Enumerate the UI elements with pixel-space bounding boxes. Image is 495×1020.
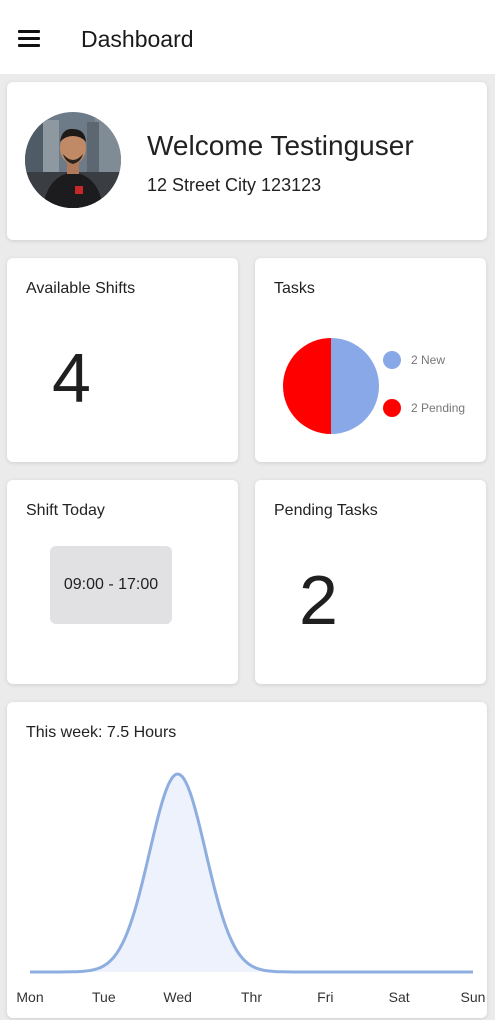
tasks-label: Tasks: [274, 280, 315, 297]
pending-tasks-count: 2: [299, 561, 338, 639]
welcome-title: Welcome Testinguser: [147, 130, 414, 161]
user-address: 12 Street City 123123: [147, 175, 322, 195]
weekly-hours-area: [30, 774, 473, 972]
pie-slice-new: [331, 338, 379, 434]
tasks-pie-chart: [283, 338, 379, 434]
pie-slice-pending: [283, 338, 331, 434]
weekly-hours-chart: Mon Tue Wed Thr Fri Sat Sun: [16, 772, 486, 1005]
shift-today-label: Shift Today: [26, 502, 105, 519]
legend-label-pending: 2 Pending: [411, 401, 466, 415]
avatar[interactable]: [25, 112, 121, 208]
pending-tasks-label: Pending Tasks: [274, 502, 378, 519]
legend-item-pending: 2 Pending: [383, 399, 465, 417]
hamburger-menu-icon[interactable]: [18, 30, 42, 48]
x-tick-label: Tue: [92, 989, 116, 1005]
x-tick-label: Wed: [163, 989, 192, 1005]
pending-tasks-card[interactable]: Pending Tasks 2: [255, 480, 486, 684]
shift-time-badge: 09:00 - 17:00: [50, 546, 172, 624]
tasks-card[interactable]: Tasks 2 New 2 Pending: [255, 258, 486, 462]
x-tick-label: Sun: [461, 989, 486, 1005]
available-shifts-count: 4: [52, 339, 91, 417]
available-shifts-label: Available Shifts: [26, 280, 136, 297]
legend-dot-new: [383, 351, 401, 369]
app-bar: Dashboard: [0, 0, 495, 74]
weekly-hours-card: This week: 7.5 Hours Mon Tue Wed Thr Fri Sat S…: [7, 702, 487, 1018]
x-tick-label: Thr: [241, 989, 262, 1005]
shift-today-card[interactable]: Shift Today 09:00 - 17:00: [7, 480, 238, 684]
legend-dot-pending: [383, 399, 401, 417]
welcome-card: Welcome Testinguser 12 Street City 12312…: [7, 82, 487, 240]
legend-item-new: 2 New: [383, 351, 445, 369]
weekly-hours-line: [30, 772, 473, 974]
legend-label-new: 2 New: [411, 353, 446, 367]
page-title: Dashboard: [81, 26, 194, 52]
x-tick-label: Sat: [389, 989, 410, 1005]
x-tick-label: Mon: [16, 989, 43, 1005]
available-shifts-card[interactable]: Available Shifts 4: [7, 258, 238, 462]
x-tick-label: Fri: [317, 989, 333, 1005]
